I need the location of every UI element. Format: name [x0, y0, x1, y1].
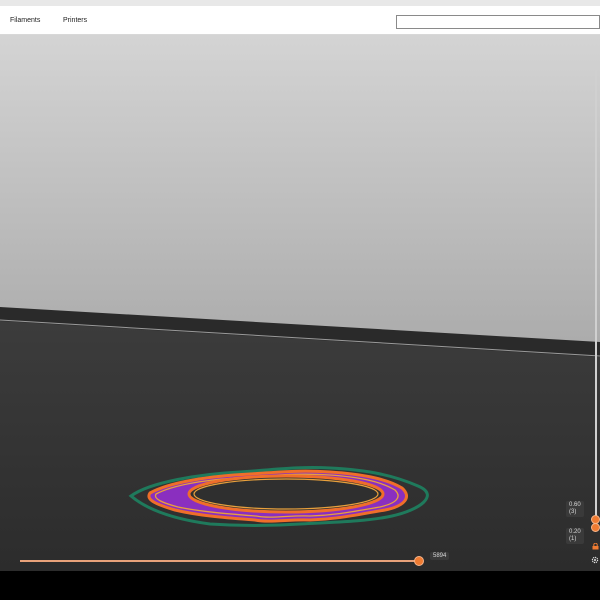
- bottom-bar: [0, 571, 600, 600]
- inner-hole-wall: [187, 474, 385, 514]
- print-preview-scene: [0, 35, 600, 571]
- search-input[interactable]: [396, 15, 600, 29]
- cog-icon[interactable]: [591, 556, 599, 564]
- layer-slider-bottom-label: 0.20 (1): [566, 528, 584, 544]
- tab-filaments[interactable]: Filaments: [10, 17, 40, 24]
- print-bed: [0, 321, 600, 571]
- move-slider-thumb[interactable]: [414, 556, 424, 566]
- move-slider-track[interactable]: [20, 560, 420, 562]
- lock-icon[interactable]: [592, 543, 599, 550]
- top-label-layer: (3): [569, 509, 577, 515]
- bottom-label-layer: (1): [569, 536, 577, 542]
- layer-slider-track[interactable]: [595, 68, 597, 520]
- bottom-label-height: 0.20: [569, 529, 581, 535]
- tab-bar: Filaments Printers: [0, 6, 600, 35]
- top-label-height: 0.60: [569, 502, 581, 508]
- tab-printers[interactable]: Printers: [63, 17, 87, 24]
- 3d-preview-viewport[interactable]: [0, 35, 600, 571]
- layer-slider-upper-handle[interactable]: [591, 523, 600, 532]
- move-slider-label: 5894: [430, 552, 450, 560]
- layer-slider-top-label: 0.60 (3): [566, 501, 584, 517]
